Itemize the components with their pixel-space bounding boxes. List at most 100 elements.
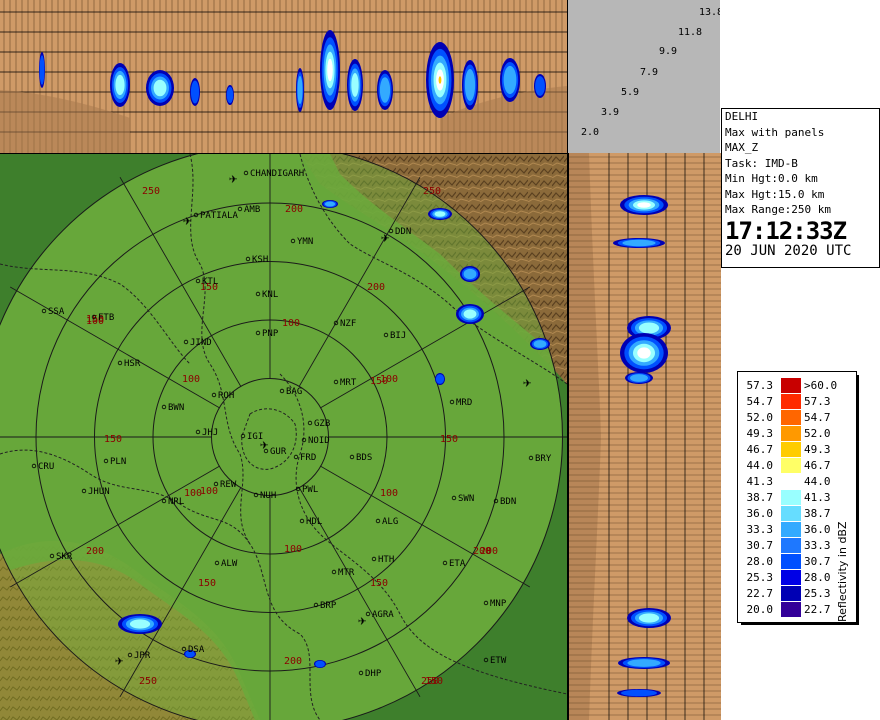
city-label: DSA (188, 645, 205, 655)
legend-low: 41.3 (746, 475, 774, 488)
range-label: 250 (142, 186, 160, 197)
city-label: NZF (340, 319, 356, 329)
range-label: 150 (104, 434, 122, 445)
city-label: MNP (490, 599, 507, 609)
right-section-panel (568, 153, 721, 720)
reflectivity-echo (535, 76, 545, 96)
city-label: BAG (286, 387, 302, 397)
radar-map-svg: 250 200 150 100 250 200 150 100 150 100 100 150 100 1… (0, 154, 567, 720)
reflectivity-echo (630, 374, 648, 382)
reflectivity-echo (190, 80, 200, 104)
reflectivity-echo (463, 268, 477, 280)
reflectivity-echo (39, 55, 45, 85)
legend-swatch (781, 474, 801, 489)
city-label: BDS (356, 453, 372, 463)
reflectivity-echo (315, 660, 325, 668)
range-label: 150 (370, 578, 388, 589)
legend-swatch (781, 570, 801, 585)
legend-low: 57.3 (746, 379, 774, 392)
height-label: 7.9 (640, 67, 659, 78)
reflectivity-echo (297, 75, 303, 105)
reflectivity-echo (226, 86, 234, 104)
legend-high: 49.3 (804, 443, 831, 456)
product-name: MAX_Z (725, 141, 759, 154)
legend-swatch (781, 394, 801, 409)
max-height: Max Hgt:15.0 km (725, 187, 825, 201)
legend-high: 44.0 (804, 475, 831, 488)
height-label: 13.8 (699, 7, 720, 18)
city-label: YMN (297, 237, 313, 247)
reflectivity-echo (637, 347, 651, 359)
legend-high: 54.7 (804, 411, 831, 424)
airport-icon: ✈ (523, 375, 532, 391)
city-label: JPR (134, 651, 151, 661)
city-label: FRD (300, 453, 316, 463)
city-label: PATIALA (200, 211, 239, 221)
reflectivity-echo (463, 309, 477, 319)
right-section-svg (569, 153, 721, 720)
legend-swatch (781, 442, 801, 457)
height-label: 3.9 (601, 107, 620, 118)
legend-swatch (781, 554, 801, 569)
legend-low: 33.3 (746, 523, 774, 536)
city-label: BRP (320, 601, 337, 611)
airport-icon: ✈ (358, 613, 367, 629)
city-label: JHJ (202, 428, 218, 438)
legend-swatch (781, 458, 801, 473)
airport-icon: ✈ (183, 213, 192, 229)
reflectivity-echo (638, 322, 660, 334)
radar-map-panel: 250 200 150 100 250 200 150 100 150 100 100 150 100 1… (0, 154, 568, 720)
legend-high: 52.0 (804, 427, 831, 440)
station-name: DELHI (725, 110, 759, 123)
legend-swatch (781, 426, 801, 441)
height-label: 5.9 (621, 87, 640, 98)
city-label: NRL (168, 497, 184, 507)
scan-time: 17:12:33Z (725, 216, 847, 245)
range-label: 150 (370, 376, 388, 387)
legend-swatch (781, 586, 801, 601)
city-label: GUR (270, 447, 287, 457)
legend-low: 49.3 (746, 427, 774, 440)
max-range: Max Range:250 km (725, 203, 831, 216)
reflectivity-echo (622, 239, 656, 247)
legend-high: 41.3 (804, 491, 831, 504)
top-section-panel (0, 0, 568, 154)
reflectivity-echo (129, 619, 151, 629)
city-label: PLN (110, 457, 126, 467)
city-label: AMB (244, 205, 260, 215)
range-label: 100 (284, 544, 302, 555)
range-label: 200 (86, 546, 104, 557)
range-label: 150 (440, 434, 458, 445)
reflectivity-echo (533, 340, 547, 348)
range-label: 200 (480, 546, 498, 557)
city-label: NUH (260, 491, 276, 501)
range-label: 200 (285, 204, 303, 215)
range-label: 250 (421, 676, 439, 687)
legend-low: 38.7 (746, 491, 774, 504)
airport-icon: ✈ (115, 653, 124, 669)
legend-swatch (781, 538, 801, 553)
city-label: HTH (378, 555, 394, 565)
city-label: ROH (218, 391, 234, 401)
city-label: JHUN (88, 487, 110, 497)
city-label: PNP (262, 329, 279, 339)
legend-high: >60.0 (804, 379, 838, 392)
reflectivity-echo (627, 659, 661, 667)
reflectivity-echo (638, 613, 660, 623)
scan-date: 20 JUN 2020 UTC (725, 242, 852, 259)
legend-low: 44.0 (746, 459, 774, 472)
task-name: Task: IMD-B (725, 156, 798, 170)
city-label: KNL (262, 290, 278, 300)
reflectivity-echo (115, 74, 125, 96)
city-label: ALW (221, 559, 238, 569)
reflectivity-echo (324, 201, 336, 207)
city-label: JIND (190, 338, 212, 348)
legend-low: 36.0 (746, 507, 774, 520)
range-label: 100 (200, 486, 218, 497)
min-height: Min Hgt:0.0 km (725, 172, 818, 185)
city-label: GZB (314, 419, 330, 429)
reflectivity-echo (434, 211, 446, 217)
city-label: SSA (48, 307, 65, 317)
reflectivity-echo (435, 374, 445, 384)
legend-swatch (781, 378, 801, 393)
